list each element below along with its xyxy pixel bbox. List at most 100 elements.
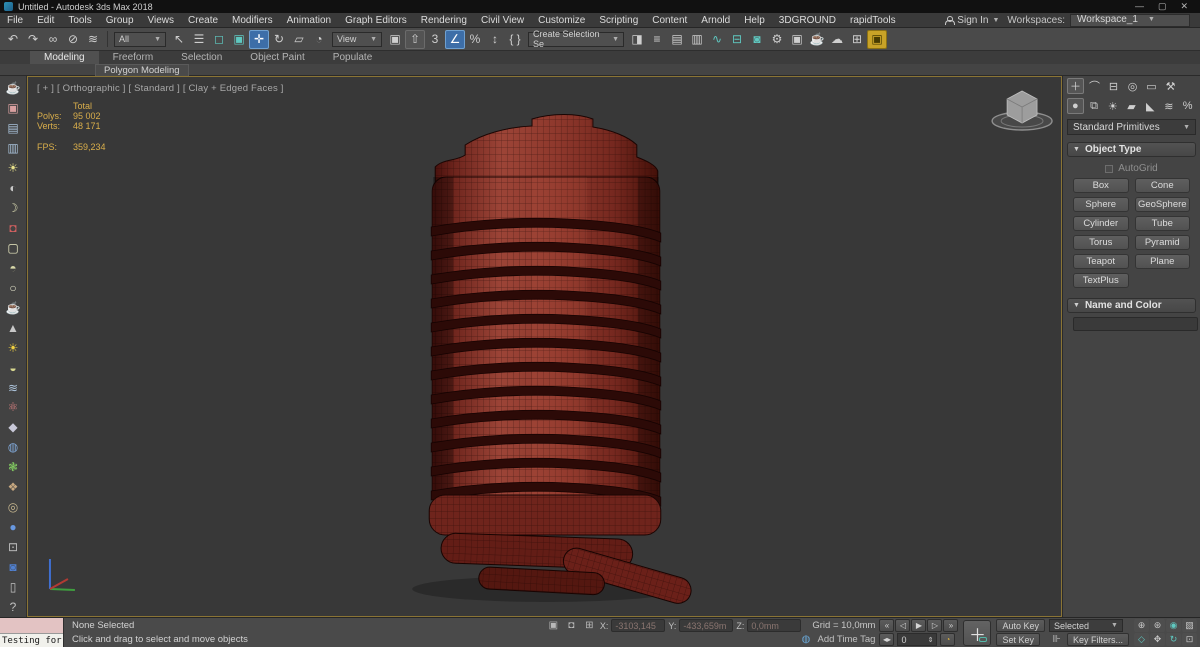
help-icon[interactable]: ?: [2, 597, 24, 617]
select-by-name-icon[interactable]: ☰: [189, 30, 209, 49]
select-and-place-icon[interactable]: ◔: [309, 30, 329, 49]
menu-file[interactable]: File: [0, 13, 30, 28]
workspaces-dropdown[interactable]: Workspace_1 ▼: [1070, 13, 1190, 27]
ribbon-tab-object-paint[interactable]: Object Paint: [236, 51, 318, 64]
autogrid-checkbox[interactable]: [1105, 164, 1114, 173]
y-coordinate-field[interactable]: -433,659m: [679, 619, 734, 632]
blue-sphere-icon[interactable]: ●: [2, 517, 24, 537]
viewport-gizmo[interactable]: [991, 90, 1053, 131]
previous-frame-button[interactable]: ◁: [895, 619, 911, 632]
selection-lock-icon[interactable]: ◘: [564, 619, 579, 632]
teapot-primitive-icon[interactable]: ☕: [2, 298, 24, 318]
ribbon-tab-selection[interactable]: Selection: [167, 51, 236, 64]
unlink-selection-icon[interactable]: ⊘: [63, 30, 83, 49]
rendered-frame-window-icon[interactable]: ▣: [2, 98, 24, 118]
space-warps-category-icon[interactable]: ≋: [1161, 98, 1178, 114]
cone-primitive-icon[interactable]: ▲: [2, 318, 24, 338]
menu-scripting[interactable]: Scripting: [592, 13, 645, 28]
maximize-viewport-toggle-icon[interactable]: ⊡: [1182, 633, 1197, 646]
ribbon-tab-freeform[interactable]: Freeform: [99, 51, 168, 64]
pattern-sphere-icon[interactable]: ◎: [2, 497, 24, 517]
menu-rendering[interactable]: Rendering: [414, 13, 474, 28]
geometry-category-icon[interactable]: ●: [1067, 98, 1084, 114]
curve-editor-icon[interactable]: ∿: [707, 30, 727, 49]
menu-animation[interactable]: Animation: [280, 13, 338, 28]
teapot-button[interactable]: Teapot: [1073, 254, 1129, 269]
close-button[interactable]: ✕: [1180, 1, 1188, 12]
reference-coordinate-system-dropdown[interactable]: View ▼: [332, 31, 382, 47]
sphere-primitive-icon[interactable]: ○: [2, 278, 24, 298]
cameras-category-icon[interactable]: ▰: [1123, 98, 1140, 114]
material-editor-icon[interactable]: ◙: [747, 30, 767, 49]
camera-light-icon[interactable]: ◐: [2, 178, 24, 198]
motion-tab-icon[interactable]: ◎: [1124, 78, 1141, 94]
add-time-tag-button[interactable]: ◍ Add Time Tag: [799, 633, 876, 646]
cone-button[interactable]: Cone: [1134, 178, 1190, 193]
ribbon-tab-modeling[interactable]: Modeling: [30, 51, 99, 64]
scene-explorer-icon[interactable]: ▤: [667, 30, 687, 49]
set-key-button[interactable]: Set Key: [996, 633, 1040, 646]
molecules-icon[interactable]: ⚛: [2, 398, 24, 418]
cylinder-button[interactable]: Cylinder: [1073, 216, 1129, 231]
transform-gizmo-icon[interactable]: ⊞: [582, 619, 597, 632]
rendered-frame-window-icon[interactable]: ▣: [787, 30, 807, 49]
zoom-region-icon[interactable]: ▧: [1182, 619, 1197, 632]
zoom-extents-icon[interactable]: ◉: [1166, 619, 1181, 632]
key-mode-toggle-icon[interactable]: ◔: [940, 633, 956, 646]
x-coordinate-field[interactable]: -3103,145: [611, 619, 666, 632]
set-key-plus-button[interactable]: ＋: [963, 620, 992, 646]
tube-button[interactable]: Tube: [1134, 216, 1190, 231]
select-and-manipulate-icon[interactable]: ⇧: [405, 29, 425, 49]
menu-graph-editors[interactable]: Graph Editors: [338, 13, 414, 28]
modify-tab-icon[interactable]: ⌒: [1086, 78, 1103, 94]
light-teapot-icon[interactable]: ☀: [2, 158, 24, 178]
schematic-view-icon[interactable]: ⊟: [727, 30, 747, 49]
play-button[interactable]: ▶: [911, 619, 927, 632]
layer-explorer-icon[interactable]: ▥: [687, 30, 707, 49]
angle-snap-toggle-icon[interactable]: ∠: [445, 29, 465, 49]
viewport[interactable]: [ + ] [ Orthographic ] [ Standard ] [ Cl…: [27, 76, 1062, 617]
menu-tools[interactable]: Tools: [61, 13, 98, 28]
menu-help[interactable]: Help: [737, 13, 772, 28]
minimize-button[interactable]: —: [1135, 1, 1144, 12]
textplus-button[interactable]: TextPlus: [1073, 273, 1129, 288]
sign-in-button[interactable]: Sign In ▼: [937, 15, 1007, 26]
named-selection-sets-icon[interactable]: { }: [505, 30, 525, 49]
orbit-icon[interactable]: ↻: [1166, 633, 1181, 646]
pan-icon[interactable]: ✥: [1150, 633, 1165, 646]
select-and-rotate-icon[interactable]: ↻: [269, 30, 289, 49]
select-and-scale-icon[interactable]: ▱: [289, 30, 309, 49]
menu-create[interactable]: Create: [181, 13, 225, 28]
use-pivot-point-center-icon[interactable]: ▣: [385, 30, 405, 49]
undo-icon[interactable]: ↶: [3, 30, 23, 49]
window-crossing-icon[interactable]: ▣: [229, 30, 249, 49]
primitive-category-dropdown[interactable]: Standard Primitives ▼: [1067, 119, 1196, 135]
percent-snap-toggle-icon[interactable]: %: [465, 30, 485, 49]
bird-icon[interactable]: ❖: [2, 477, 24, 497]
menu-customize[interactable]: Customize: [531, 13, 592, 28]
custom-tool-icon[interactable]: ▣: [867, 29, 887, 49]
red-camera-icon[interactable]: ◘: [2, 218, 24, 238]
mirror-icon[interactable]: ◨: [627, 30, 647, 49]
go-to-start-button[interactable]: «: [879, 619, 895, 632]
menu-arnold[interactable]: Arnold: [694, 13, 737, 28]
field-of-view-icon[interactable]: ◇: [1134, 633, 1149, 646]
current-frame-field[interactable]: 0 ⇕: [897, 633, 938, 646]
plane-button[interactable]: Plane: [1134, 254, 1190, 269]
spinner-snap-toggle-icon[interactable]: ↕: [485, 30, 505, 49]
render-production-icon[interactable]: ☕: [807, 30, 827, 49]
select-object-icon[interactable]: ↖: [169, 30, 189, 49]
select-and-move-icon[interactable]: ✛: [249, 29, 269, 49]
auto-key-button[interactable]: Auto Key: [996, 619, 1045, 632]
hierarchy-tab-icon[interactable]: ⊟: [1105, 78, 1122, 94]
named-selection-set-dropdown[interactable]: Create Selection Se ▼: [528, 29, 624, 49]
key-filters-button[interactable]: Key Filters...: [1066, 633, 1129, 646]
pyramid-button[interactable]: Pyramid: [1134, 235, 1190, 250]
polygon-modeling-panel-tab[interactable]: Polygon Modeling: [95, 63, 189, 76]
object-type-rollout-header[interactable]: ▼ Object Type: [1067, 142, 1196, 157]
select-and-link-icon[interactable]: ∞: [43, 30, 63, 49]
render-setup-table-icon[interactable]: ▤: [2, 118, 24, 138]
crown-box-icon[interactable]: ◆: [2, 417, 24, 437]
sun-light-icon[interactable]: ☀: [2, 338, 24, 358]
name-and-color-rollout-header[interactable]: ▼ Name and Color: [1067, 298, 1196, 313]
